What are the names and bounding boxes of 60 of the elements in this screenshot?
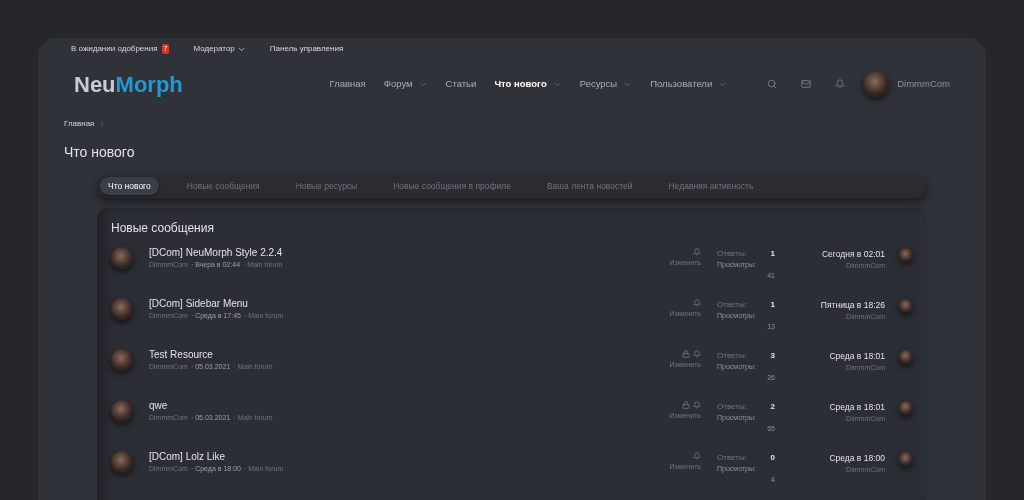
site-logo[interactable]: NeuMorph: [74, 67, 183, 101]
avatar[interactable]: [863, 71, 890, 97]
nav-link[interactable]: Форум: [383, 76, 428, 92]
last-post-date[interactable]: Сегодня в 02:01: [821, 248, 885, 261]
logo-text: Morph: [115, 70, 183, 99]
breadcrumb-link[interactable]: Главная: [64, 118, 107, 130]
search-icon[interactable]: [767, 79, 778, 89]
top-bar-link[interactable]: Модератор: [193, 43, 246, 55]
bell-icon[interactable]: [693, 299, 701, 307]
replies-count: 1: [770, 248, 775, 260]
nav-link[interactable]: Ресурсы: [579, 76, 633, 92]
replies-label: Ответы:: [717, 350, 747, 362]
avatar[interactable]: [899, 452, 913, 466]
last-post-date[interactable]: Пятница в 18:26: [820, 299, 885, 312]
thread-title[interactable]: [DCom] Sidebar Menu: [149, 297, 641, 311]
thread-title[interactable]: [DCom] Lolz Like: [149, 450, 641, 464]
logo-text: Neu: [74, 70, 116, 99]
replies-count: 0: [770, 452, 775, 464]
nav-link[interactable]: Пользователи: [650, 76, 728, 92]
avatar[interactable]: [899, 350, 913, 364]
bell-icon[interactable]: [693, 401, 701, 409]
bell-icon[interactable]: [693, 452, 701, 460]
tab[interactable]: Новые сообщения: [178, 177, 268, 195]
replies-label: Ответы:: [717, 452, 747, 464]
page-title: Что нового: [63, 143, 136, 162]
bell-icon[interactable]: [693, 350, 701, 358]
last-post-date[interactable]: Среда в 18:01: [829, 401, 885, 414]
last-post-date[interactable]: Среда в 18:01: [829, 350, 885, 363]
thread-title[interactable]: [DCom] NeuMorph Style 2.2.4: [149, 246, 641, 260]
tab[interactable]: Новые ресурсы: [287, 177, 366, 195]
tab[interactable]: Недавняя активность: [660, 177, 762, 195]
avatar[interactable]: [899, 299, 913, 313]
replies-count: 2: [770, 401, 775, 413]
thread-title[interactable]: Test Resource: [149, 348, 641, 362]
thread-title[interactable]: qwe: [149, 399, 641, 413]
panel-title: Новые сообщения: [111, 220, 215, 237]
top-bar-link[interactable]: Панель управления: [269, 43, 344, 55]
bell-icon[interactable]: [693, 248, 701, 256]
avatar[interactable]: [111, 400, 133, 422]
nav-link[interactable]: Главная: [329, 76, 366, 92]
username[interactable]: DimmmCom: [897, 76, 950, 92]
last-post-date[interactable]: Среда в 18:00: [829, 452, 885, 465]
avatar[interactable]: [899, 401, 913, 415]
tab[interactable]: Ваша лента новостей: [538, 177, 641, 195]
avatar[interactable]: [111, 247, 133, 269]
replies-label: Ответы:: [717, 299, 747, 311]
avatar[interactable]: [111, 298, 133, 320]
avatar[interactable]: [899, 248, 913, 262]
avatar[interactable]: [111, 451, 133, 473]
mail-icon[interactable]: [801, 79, 812, 89]
nav-link[interactable]: Статьи: [445, 76, 477, 92]
tab[interactable]: Новые сообщения в профиле: [385, 177, 519, 195]
nav-link[interactable]: Что нового: [494, 76, 562, 92]
bell-icon[interactable]: [835, 79, 846, 89]
replies-label: Ответы:: [717, 248, 747, 260]
replies-label: Ответы:: [717, 401, 747, 413]
tab[interactable]: Что нового: [100, 177, 159, 195]
avatar[interactable]: [111, 349, 133, 371]
replies-count: 1: [770, 299, 775, 311]
replies-count: 3: [770, 350, 775, 362]
